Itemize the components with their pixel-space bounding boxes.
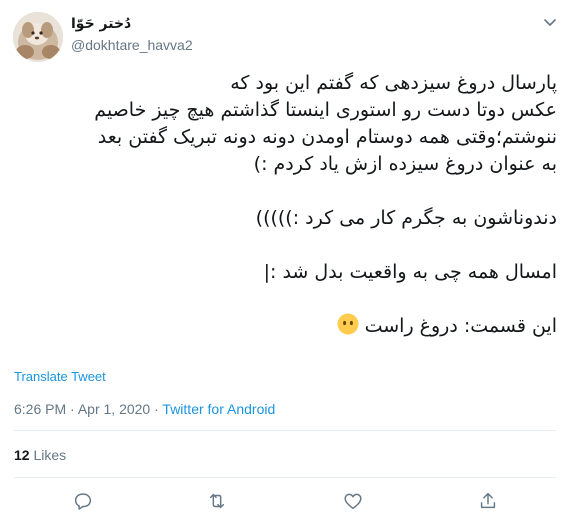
avatar[interactable] [13, 12, 63, 62]
retweet-icon [209, 493, 225, 509]
tweet-source-link[interactable]: Twitter for Android [162, 401, 275, 417]
reply-button[interactable] [72, 490, 94, 512]
likes-label: Likes [33, 447, 67, 463]
share-icon [480, 492, 496, 509]
divider [14, 477, 556, 478]
user-info[interactable]: دُختر حَوّا @dokhtare_havva2 [71, 14, 193, 54]
tweet-paragraph-1: پارسال دروغ سیزدهی که گفتم این بود که عک… [94, 72, 557, 175]
reply-icon [74, 493, 92, 510]
display-name[interactable]: دُختر حَوّا [71, 14, 193, 34]
translate-tweet-link[interactable]: Translate Tweet [14, 369, 106, 385]
tweet-paragraph-3: امسال همه چی به واقعیت بدل شد :| [263, 261, 557, 283]
heart-icon [344, 493, 362, 510]
share-button[interactable] [477, 490, 499, 512]
retweet-button[interactable] [206, 490, 228, 512]
tweet-paragraph-4: این قسمت: دروغ راست [12, 313, 557, 340]
tweet-date[interactable]: Apr 1, 2020 [78, 401, 150, 417]
likes-stat[interactable]: 12 Likes [14, 446, 66, 464]
chevron-down-icon[interactable] [542, 14, 558, 30]
tweet-meta: 6:26 PM · Apr 1, 2020 · Twitter for Andr… [14, 400, 275, 418]
meta-separator: · [70, 401, 75, 417]
meta-separator-2: · [154, 401, 159, 417]
divider [14, 430, 556, 431]
username[interactable]: @dokhtare_havva2 [71, 36, 193, 54]
tweet-time[interactable]: 6:26 PM [14, 401, 66, 417]
action-bar [0, 486, 570, 516]
avatar-image [13, 12, 63, 62]
tweet-paragraph-4-text: این قسمت: دروغ راست [364, 315, 557, 337]
tweet-text: پارسال دروغ سیزدهی که گفتم این بود که عک… [12, 70, 557, 340]
tweet-card: دُختر حَوّا @dokhtare_havva2 پارسال دروغ… [0, 0, 570, 525]
likes-count: 12 [14, 447, 30, 463]
tweet-paragraph-2: دندوناشون به جگرم کار می کرد :))))) [255, 207, 557, 229]
neutral-face-emoji [337, 313, 359, 335]
like-button[interactable] [342, 490, 364, 512]
